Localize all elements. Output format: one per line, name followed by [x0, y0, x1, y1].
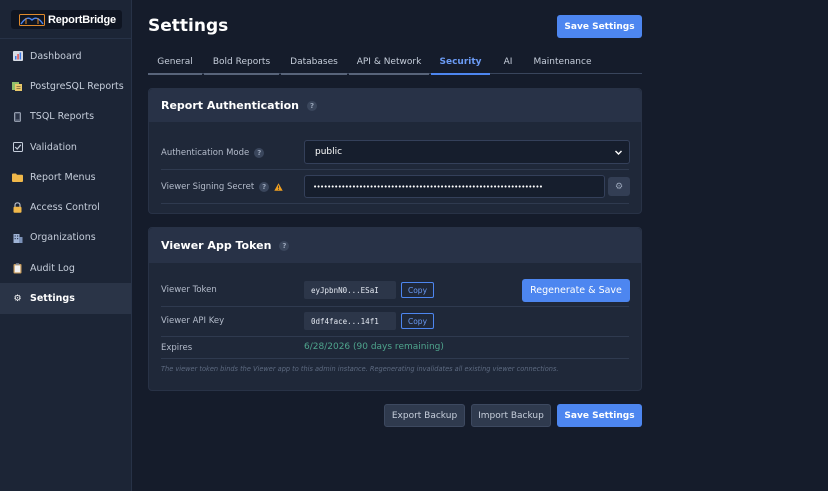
sidebar-item-report-menus[interactable]: Report Menus [0, 162, 131, 192]
checkbox-icon [12, 142, 23, 153]
help-icon[interactable]: ? [307, 100, 317, 111]
copy-viewer-token-button[interactable]: Copy [401, 282, 434, 298]
card-header: Viewer App Token ? [149, 228, 641, 263]
row-divider [161, 169, 629, 170]
export-backup-button[interactable]: Export Backup [384, 404, 465, 427]
tab-bold-reports[interactable]: Bold Reports [204, 50, 279, 75]
signing-secret-label: Viewer Signing Secret ? [161, 181, 283, 192]
signing-secret-label-text: Viewer Signing Secret [161, 181, 255, 192]
sidebar-item-access-control[interactable]: Access Control [0, 192, 131, 222]
card-title: Viewer App Token [161, 239, 272, 252]
help-icon[interactable]: ? [259, 181, 270, 192]
sidebar-item-label: Access Control [30, 202, 100, 214]
row-divider [161, 358, 629, 359]
sidebar-item-audit-log[interactable]: Audit Log [0, 253, 131, 283]
settings-tabs: General Bold Reports Databases API & Net… [148, 50, 642, 75]
sidebar-nav: Dashboard PostgreSQL Reports TSQL Report… [0, 41, 131, 314]
gear-icon: ⚙ [614, 181, 624, 192]
sidebar-item-dashboard[interactable]: Dashboard [0, 41, 131, 71]
bridge-logo-icon [19, 13, 45, 26]
app-name: ReportBridge [48, 13, 116, 26]
viewer-api-key-value: 0df4face...14f1 [304, 312, 396, 330]
report-authentication-card: Report Authentication ? Authentication M… [148, 88, 642, 214]
card-title: Report Authentication [161, 99, 299, 112]
phone-icon [12, 111, 23, 122]
auth-mode-label: Authentication Mode ? [161, 148, 265, 158]
tab-databases[interactable]: Databases [281, 50, 347, 75]
expires-value: 6/28/2026 (90 days remaining) [304, 342, 444, 352]
copy-api-key-button[interactable]: Copy [401, 313, 434, 329]
gear-icon: ⚙ [13, 293, 22, 304]
sidebar-item-postgresql-reports[interactable]: PostgreSQL Reports [0, 71, 131, 101]
sidebar-item-settings[interactable]: ⚙ Settings [0, 283, 131, 314]
card-header: Report Authentication ? [149, 89, 641, 122]
sidebar-item-label: Report Menus [30, 171, 96, 183]
sidebar-item-label: PostgreSQL Reports [30, 80, 124, 92]
row-divider [161, 306, 629, 307]
sidebar-item-label: Organizations [30, 232, 96, 244]
sidebar-item-label: Validation [30, 141, 77, 153]
lock-icon [12, 202, 23, 213]
viewer-token-value: eyJpbnN0...ESaI [304, 281, 396, 299]
row-divider [161, 203, 629, 204]
viewer-token-label: Viewer Token [161, 285, 217, 295]
viewer-app-token-card: Viewer App Token ? Viewer Token eyJpbnN0… [148, 227, 642, 391]
sidebar-item-label: TSQL Reports [30, 111, 95, 123]
tab-security[interactable]: Security [431, 50, 490, 75]
sidebar-item-label: Settings [30, 293, 75, 305]
sidebar-item-label: Audit Log [30, 262, 75, 274]
auth-mode-value: public [315, 147, 343, 157]
viewer-api-key-label: Viewer API Key [161, 316, 225, 326]
save-settings-button-top[interactable]: Save Settings [557, 15, 642, 38]
folder-icon [12, 172, 23, 183]
save-settings-button-bottom[interactable]: Save Settings [557, 404, 642, 427]
chevron-down-icon [615, 150, 622, 155]
warning-icon [274, 182, 283, 191]
auth-mode-label-text: Authentication Mode [161, 148, 250, 158]
sidebar-item-organizations[interactable]: Organizations [0, 223, 131, 253]
page-title: Settings [148, 16, 229, 36]
generate-secret-button[interactable]: ⚙ [608, 177, 630, 196]
help-icon[interactable]: ? [279, 240, 290, 251]
sidebar-item-tsql-reports[interactable]: TSQL Reports [0, 102, 131, 132]
bar-chart-icon [12, 51, 23, 62]
import-backup-button[interactable]: Import Backup [471, 404, 551, 427]
token-note: The viewer token binds the Viewer app to… [161, 365, 559, 373]
tab-maintenance[interactable]: Maintenance [526, 50, 599, 74]
row-divider [161, 336, 629, 337]
regenerate-save-button[interactable]: Regenerate & Save [522, 279, 630, 302]
app-logo[interactable]: ReportBridge [11, 10, 122, 29]
sidebar-item-label: Dashboard [30, 50, 82, 62]
clipboard-icon [12, 263, 23, 274]
sidebar-divider [0, 38, 131, 39]
expires-label: Expires [161, 343, 193, 353]
building-icon [12, 232, 23, 243]
signing-secret-input[interactable]: ••••••••••••••••••••••••••••••••••••••••… [304, 175, 605, 198]
sidebar: ReportBridge Dashboard PostgreSQL Report… [0, 0, 132, 491]
tab-api-network[interactable]: API & Network [349, 50, 429, 75]
help-icon[interactable]: ? [254, 148, 265, 158]
reports-icon [12, 81, 23, 92]
sidebar-item-validation[interactable]: Validation [0, 132, 131, 162]
auth-mode-select[interactable]: public [304, 140, 630, 164]
tab-ai[interactable]: AI [492, 50, 524, 74]
tab-general[interactable]: General [148, 50, 202, 75]
